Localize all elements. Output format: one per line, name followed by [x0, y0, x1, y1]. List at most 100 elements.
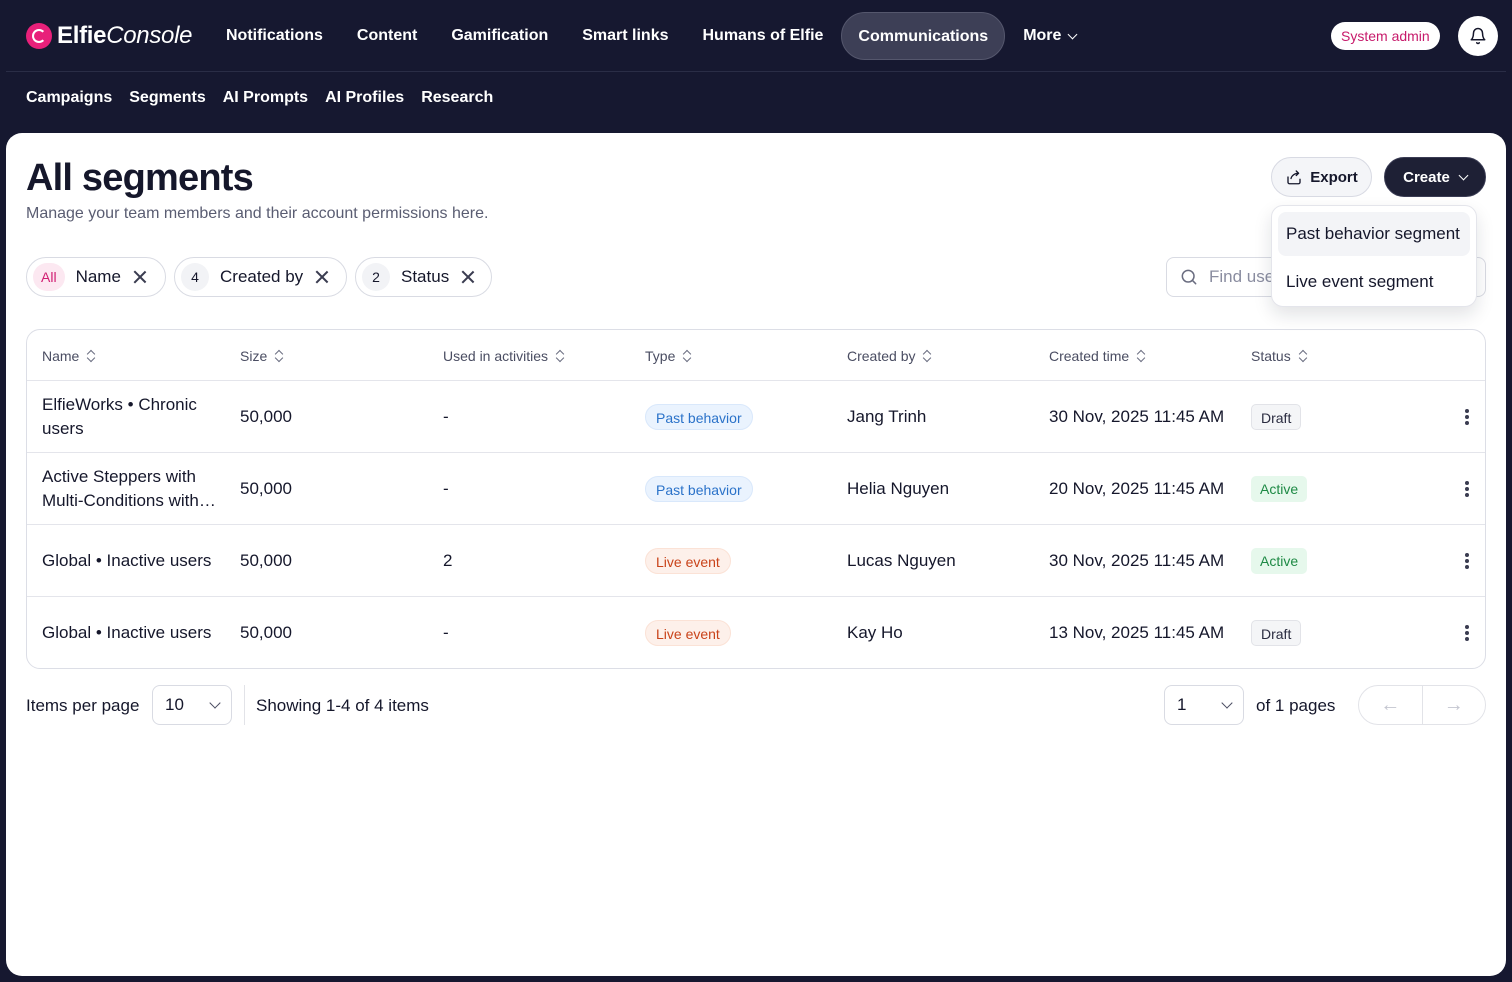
cell-used-in-activities: 2: [443, 551, 453, 570]
table-header: Name Size Used in activities Type Create…: [27, 330, 1485, 381]
page-value: 1: [1177, 695, 1187, 714]
nav-communications[interactable]: Communications: [841, 12, 1006, 60]
page-select[interactable]: 1: [1164, 685, 1244, 725]
create-button[interactable]: Create: [1384, 157, 1486, 197]
column-header-name[interactable]: Name: [42, 330, 95, 381]
close-icon[interactable]: [315, 270, 329, 284]
page-subtitle: Manage your team members and their accou…: [26, 205, 489, 222]
prev-page-button[interactable]: ←: [1359, 686, 1422, 724]
nav-content[interactable]: Content: [341, 12, 433, 60]
filter-label: Status: [401, 267, 450, 286]
column-header-used-in-activities[interactable]: Used in activities: [443, 330, 564, 381]
cell-used-in-activities: -: [443, 623, 449, 642]
subnav-ai-prompts[interactable]: AI Prompts: [223, 89, 308, 107]
subnav-ai-profiles[interactable]: AI Profiles: [325, 89, 404, 107]
cell-created-time: 30 Nov, 2025 11:45 AM: [1049, 551, 1225, 570]
search-icon: [1181, 269, 1197, 285]
column-header-status[interactable]: Status: [1251, 330, 1307, 381]
chevron-down-icon: [1458, 170, 1469, 180]
page-title: All segments: [26, 157, 254, 199]
nav-smart-links[interactable]: Smart links: [566, 12, 684, 60]
cell-size: 50,000: [240, 623, 292, 642]
subnav-research[interactable]: Research: [421, 89, 493, 107]
cell-name: Active Steppers with Multi-Conditions wi…: [42, 467, 199, 510]
status-badge: Active: [1251, 476, 1308, 502]
filter-chip-name[interactable]: All Name: [26, 257, 166, 297]
column-label: Type: [645, 347, 676, 364]
table-row[interactable]: Global • Inactive users 50,000 2 Live ev…: [27, 525, 1485, 597]
cell-size: 50,000: [240, 551, 292, 570]
filter-chip-status[interactable]: 2 Status: [355, 257, 492, 297]
column-label: Used in activities: [443, 347, 549, 364]
status-badge: Draft: [1251, 620, 1302, 646]
more-actions-icon[interactable]: [1465, 409, 1469, 425]
type-badge: Past behavior: [645, 404, 753, 430]
nav-notifications[interactable]: Notifications: [210, 12, 339, 60]
column-label: Created time: [1049, 347, 1130, 364]
app-logo[interactable]: ElfieConsole: [26, 22, 192, 50]
table-row[interactable]: Global • Inactive users 50,000 - Live ev…: [27, 597, 1485, 668]
sort-icon: [275, 350, 283, 362]
notifications-button[interactable]: [1458, 16, 1498, 56]
close-icon[interactable]: [461, 270, 475, 284]
sort-icon: [1299, 350, 1307, 362]
close-icon[interactable]: [133, 270, 147, 284]
cell-name: ElfieWorks • Chronic users: [42, 395, 197, 438]
sort-icon: [683, 350, 691, 362]
subnav-segments[interactable]: Segments: [129, 89, 205, 107]
sub-navigation: Campaigns Segments AI Prompts AI Profile…: [26, 89, 493, 107]
pager: ← →: [1358, 685, 1486, 725]
export-button[interactable]: Export: [1271, 157, 1372, 197]
status-badge: Draft: [1251, 404, 1302, 430]
cell-name: Global • Inactive users: [42, 623, 212, 642]
chevron-down-icon: [1067, 29, 1078, 39]
type-badge: Live event: [645, 548, 731, 574]
column-header-created-by[interactable]: Created by: [847, 330, 931, 381]
cell-created-by: Lucas Nguyen: [847, 551, 956, 570]
page-total: of 1 pages: [1256, 696, 1336, 715]
subnav-campaigns[interactable]: Campaigns: [26, 89, 112, 107]
menu-item-live-event-segment[interactable]: Live event segment: [1278, 260, 1470, 304]
cell-used-in-activities: -: [443, 407, 449, 426]
table-row[interactable]: Active Steppers with Multi-Conditions wi…: [27, 453, 1485, 525]
cell-status: Active: [1251, 453, 1308, 525]
cell-type: Live event: [645, 525, 731, 597]
cell-type: Past behavior: [645, 381, 753, 453]
cell-created-by: Kay Ho: [847, 623, 903, 642]
more-actions-icon[interactable]: [1465, 553, 1469, 569]
column-label: Created by: [847, 347, 916, 364]
items-per-page-select[interactable]: 10: [152, 685, 232, 725]
nav-more-label: More: [1023, 27, 1062, 44]
more-actions-icon[interactable]: [1465, 481, 1469, 497]
elfie-logo-icon: [26, 23, 52, 49]
cell-created-by: Helia Nguyen: [847, 479, 950, 498]
next-page-button[interactable]: →: [1421, 686, 1486, 724]
nav-more-menu[interactable]: More: [1007, 12, 1092, 60]
cell-size: 50,000: [240, 407, 292, 426]
create-dropdown-menu: Past behavior segment Live event segment: [1271, 205, 1477, 307]
filter-chip-created-by[interactable]: 4 Created by: [174, 257, 347, 297]
cell-type: Live event: [645, 597, 731, 668]
nav-humans-of-elfie[interactable]: Humans of Elfie: [687, 12, 840, 60]
column-header-created-time[interactable]: Created time: [1049, 330, 1145, 381]
cell-status: Draft: [1251, 381, 1302, 453]
more-actions-icon[interactable]: [1465, 625, 1469, 641]
table-row[interactable]: ElfieWorks • Chronic users 50,000 - Past…: [27, 381, 1485, 453]
sort-icon: [1137, 350, 1145, 362]
column-label: Name: [42, 347, 80, 364]
type-badge: Live event: [645, 620, 731, 646]
role-badge: System admin: [1331, 22, 1440, 50]
column-header-size[interactable]: Size: [240, 330, 283, 381]
filter-count-badge: 4: [181, 263, 209, 291]
bell-icon: [1470, 27, 1486, 45]
cell-type: Past behavior: [645, 453, 753, 525]
column-header-type[interactable]: Type: [645, 330, 691, 381]
filter-count-badge: 2: [362, 263, 390, 291]
filter-count-badge: All: [33, 263, 65, 291]
column-label: Status: [1251, 347, 1291, 364]
top-navigation-bar: ElfieConsole Notifications Content Gamif…: [6, 0, 1506, 72]
nav-gamification[interactable]: Gamification: [435, 12, 564, 60]
type-badge: Past behavior: [645, 476, 753, 502]
menu-item-past-behavior-segment[interactable]: Past behavior segment: [1278, 212, 1470, 256]
cell-created-time: 20 Nov, 2025 11:45 AM: [1049, 479, 1225, 498]
